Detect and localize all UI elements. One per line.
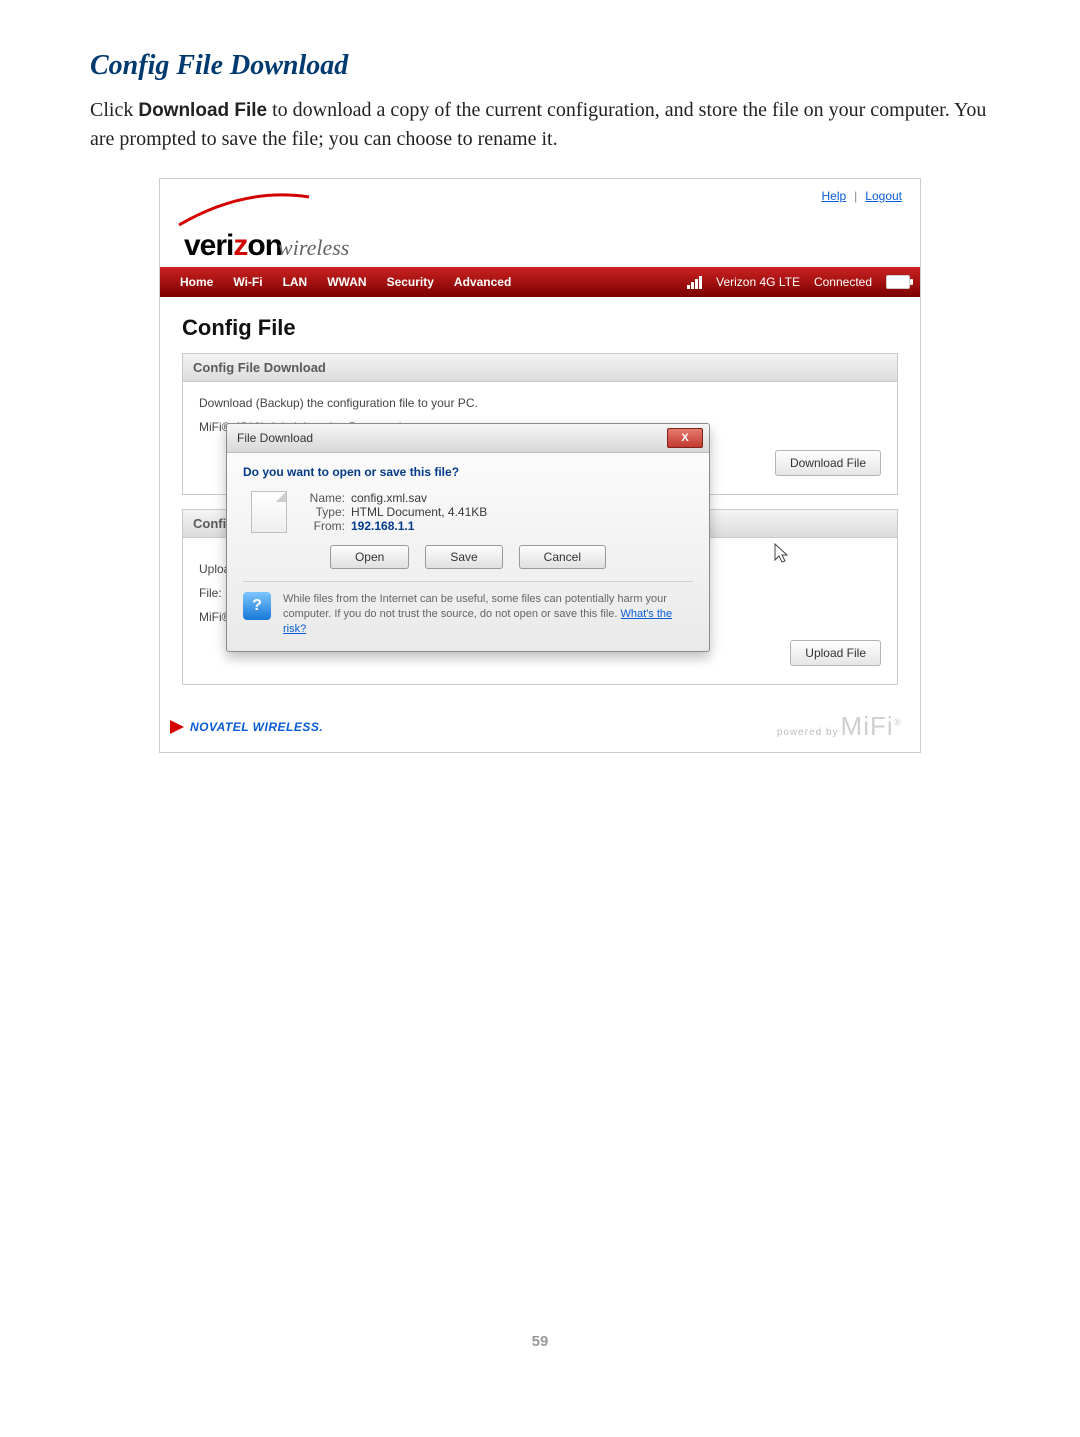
carrier-status: Verizon 4G LTE <box>716 275 800 289</box>
download-file-button[interactable]: Download File <box>775 450 881 476</box>
powered-by-text: powered by <box>777 727 839 738</box>
doc-body-bold: Download File <box>138 100 267 121</box>
warning-text: While files from the Internet can be use… <box>283 593 667 620</box>
router-footer: NOVATEL WIRELESS. powered byMiFi® <box>160 705 920 752</box>
file-download-dialog: File Download X Do you want to open or s… <box>226 423 710 652</box>
nav-home[interactable]: Home <box>170 275 223 289</box>
link-separator: | <box>854 189 857 203</box>
meta-from-key: From: <box>301 519 345 533</box>
verizon-swoosh-icon <box>184 203 304 237</box>
novatel-arrow-icon <box>170 720 184 734</box>
mifi-text: MiFi <box>841 711 894 741</box>
meta-name-value: config.xml.sav <box>351 491 427 505</box>
logout-link[interactable]: Logout <box>865 189 902 203</box>
router-admin-screenshot: Help | Logout verizon wireless Home Wi-F… <box>159 178 921 753</box>
file-meta: Name: config.xml.sav Type: HTML Document, … <box>301 491 487 533</box>
nav-security[interactable]: Security <box>377 275 444 289</box>
connection-state: Connected <box>814 275 872 289</box>
dialog-titlebar[interactable]: File Download X <box>227 424 709 453</box>
dialog-title-text: File Download <box>237 431 313 445</box>
meta-type-value: HTML Document, 4.41KB <box>351 505 487 519</box>
nav-advanced[interactable]: Advanced <box>444 275 521 289</box>
download-desc: Download (Backup) the configuration file… <box>199 396 881 410</box>
dialog-close-button[interactable]: X <box>667 428 703 448</box>
signal-bars-icon <box>687 276 702 289</box>
download-section-header: Config File Download <box>182 353 898 382</box>
dialog-cancel-button[interactable]: Cancel <box>519 545 606 569</box>
help-link[interactable]: Help <box>821 189 846 203</box>
dialog-save-button[interactable]: Save <box>425 545 502 569</box>
logo-row: verizon wireless <box>160 203 920 267</box>
novatel-brand: NOVATEL WIRELESS. <box>190 720 323 734</box>
page-title: Config File <box>182 315 898 341</box>
doc-body: Click Download File to download a copy o… <box>90 96 990 154</box>
brand-sub: wireless <box>278 235 349 261</box>
meta-from-value: 192.168.1.1 <box>351 519 414 533</box>
shield-help-icon: ? <box>243 592 271 620</box>
mifi-logo: powered byMiFi® <box>777 711 902 742</box>
meta-name-key: Name: <box>301 491 345 505</box>
dialog-question: Do you want to open or save this file? <box>243 465 693 479</box>
nav-wwan[interactable]: WWAN <box>317 275 376 289</box>
file-icon <box>251 491 287 533</box>
nav-bar: Home Wi-Fi LAN WWAN Security Advanced Ve… <box>160 267 920 297</box>
doc-body-pre: Click <box>90 99 138 121</box>
dialog-open-button[interactable]: Open <box>330 545 409 569</box>
doc-section-title: Config File Download <box>90 50 990 82</box>
nav-wifi[interactable]: Wi-Fi <box>223 275 272 289</box>
page-number: 59 <box>90 1333 990 1350</box>
upload-file-button[interactable]: Upload File <box>790 640 881 666</box>
meta-type-key: Type: <box>301 505 345 519</box>
battery-icon <box>886 275 910 289</box>
cursor-icon <box>773 542 791 564</box>
nav-lan[interactable]: LAN <box>273 275 318 289</box>
dialog-warning-text: While files from the Internet can be use… <box>283 592 693 637</box>
